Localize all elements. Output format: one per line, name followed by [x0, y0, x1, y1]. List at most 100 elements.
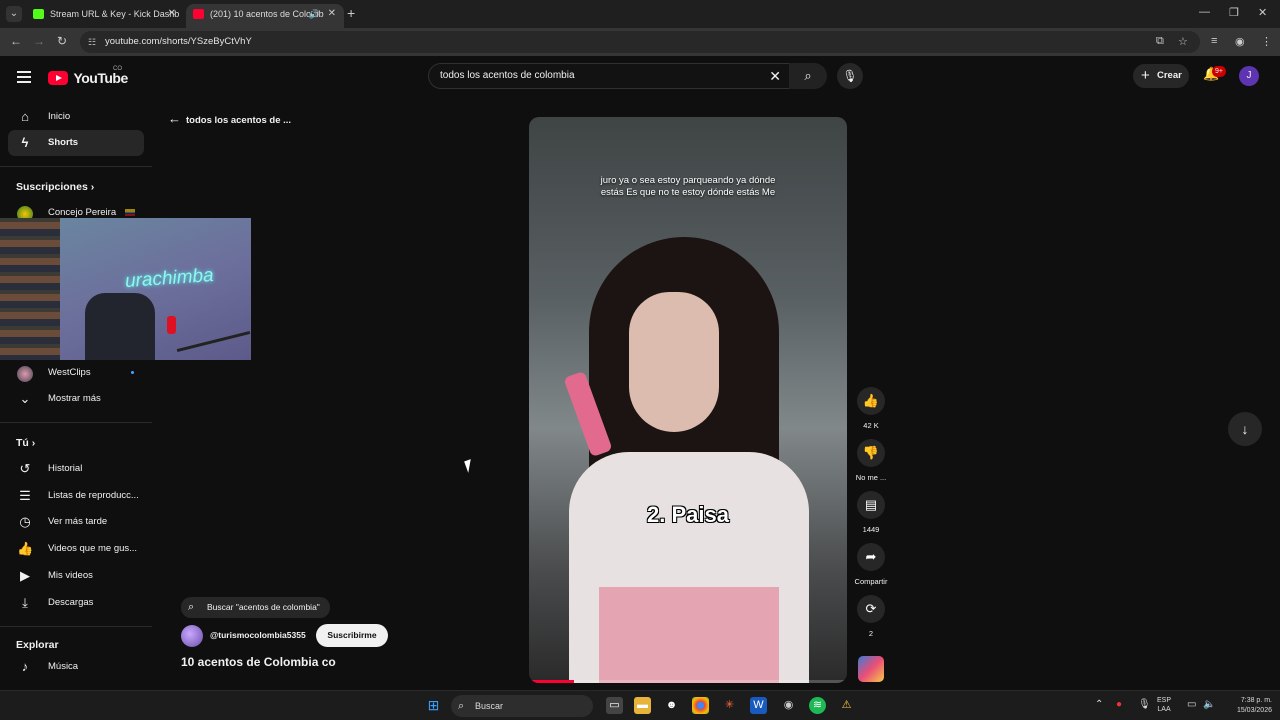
tray-chevron-up-icon[interactable]: ⌃: [1095, 699, 1103, 710]
new-tab-button[interactable]: +: [347, 5, 355, 21]
browser-menu-icon[interactable]: ⋮: [1261, 35, 1272, 48]
sidebar-item-label: Música: [48, 661, 79, 672]
subscriptions-heading-text: Suscripciones: [16, 181, 88, 193]
subscribe-button[interactable]: Suscribirme: [316, 624, 388, 647]
input-language[interactable]: ESP LAA: [1157, 696, 1171, 714]
tab-search-button[interactable]: ⌄: [6, 6, 22, 22]
taskbar-search[interactable]: ⌕ Buscar: [451, 695, 593, 717]
search-icon: ⌕: [458, 700, 465, 712]
bookmark-star-icon[interactable]: ☆: [1178, 35, 1188, 48]
sidebar-item-shorts[interactable]: ϟ Shorts: [8, 130, 144, 156]
video-overlay-title: 2. Paisa: [647, 502, 729, 527]
sidebar-item-label: WestClips: [48, 367, 91, 378]
search-button[interactable]: ⌕: [789, 63, 827, 89]
task-view-icon[interactable]: ▭: [606, 697, 623, 714]
media-controls-icon[interactable]: ≡: [1211, 35, 1217, 47]
remix-button[interactable]: ⟳ 2: [851, 595, 891, 638]
youtube-logo[interactable]: YouTube CO: [48, 66, 128, 87]
url-field[interactable]: ☷ youtube.com/shorts/YSzeByCtVhY: [80, 31, 1200, 53]
sidebar-item-my-videos[interactable]: ▶ Mis videos: [8, 563, 144, 589]
home-icon: ⌂: [21, 109, 29, 124]
sidebar-item-westclips[interactable]: WestClips: [8, 360, 144, 386]
file-explorer-icon[interactable]: ▬: [634, 697, 651, 714]
comments-button[interactable]: ▤ 1449: [851, 491, 891, 534]
search-icon: ⌕: [188, 601, 195, 613]
site-info-icon[interactable]: ☷: [88, 31, 96, 53]
warning-app-icon[interactable]: ⚠: [838, 697, 855, 714]
channel-avatar: [17, 366, 33, 382]
clear-search-icon[interactable]: ✕: [769, 64, 781, 88]
sidebar-item-playlists[interactable]: ☰ Listas de reproducc...: [8, 483, 144, 509]
microphone-image: [167, 316, 176, 334]
voice-search-button[interactable]: 🎙: [837, 63, 863, 89]
close-tab-icon[interactable]: ✕: [328, 4, 336, 24]
subscriptions-heading[interactable]: Suscripciones ›: [16, 181, 94, 193]
kick-favicon-icon: [33, 9, 44, 19]
clock-date: 15/03/2026: [1236, 707, 1272, 714]
word-icon[interactable]: W: [750, 697, 767, 714]
tray-recording-icon[interactable]: ●: [1116, 699, 1122, 710]
next-short-button[interactable]: ↓: [1228, 412, 1262, 446]
menu-icon[interactable]: [17, 71, 31, 86]
microphone-icon: 🎙: [842, 69, 858, 83]
video-progress-bar[interactable]: [529, 680, 847, 683]
show-more-label: Mostrar más: [48, 393, 101, 404]
sidebar-item-historial[interactable]: ↺ Historial: [8, 456, 144, 482]
sidebar-item-watch-later[interactable]: ◷ Ver más tarde: [8, 509, 144, 535]
short-video-player[interactable]: juro ya o sea estoy parqueando ya dónde …: [529, 117, 847, 683]
you-heading-text: Tú: [16, 437, 29, 449]
sidebar-item-label: Ver más tarde: [48, 516, 108, 527]
back-to-search-link[interactable]: ← todos los acentos de ...: [168, 111, 291, 126]
sidebar-item-liked-videos[interactable]: 👍 Videos que me gus...: [8, 536, 144, 562]
channel-avatar[interactable]: [181, 625, 203, 647]
restore-icon[interactable]: ❐: [1229, 6, 1239, 19]
system-clock[interactable]: 7:38 p. m. 15/03/2026: [1220, 696, 1272, 716]
chrome-icon[interactable]: [692, 697, 709, 714]
tab-title: Stream URL & Key - Kick Dashb: [50, 9, 180, 19]
tray-microphone-icon[interactable]: 🎙: [1138, 699, 1151, 710]
browser-tab-strip: ⌄ Stream URL & Key - Kick Dashb ✕ (201) …: [0, 0, 1280, 28]
account-avatar[interactable]: J: [1239, 66, 1259, 86]
network-icon[interactable]: ▭: [1187, 699, 1196, 710]
profile-icon[interactable]: ◉: [1235, 35, 1245, 48]
audio-thumbnail-image: [858, 656, 884, 682]
sidebar-item-downloads[interactable]: ⤓ Descargas: [8, 590, 144, 616]
divider: [0, 166, 152, 167]
minimize-icon[interactable]: —: [1199, 6, 1210, 18]
close-tab-icon[interactable]: ✕: [168, 4, 176, 24]
install-app-icon[interactable]: ⧉: [1156, 35, 1164, 48]
back-icon[interactable]: ←: [10, 34, 22, 48]
volume-icon[interactable]: 🔈: [1203, 699, 1215, 710]
obs-icon[interactable]: ◉: [780, 697, 797, 714]
close-window-icon[interactable]: ✕: [1258, 6, 1267, 19]
browser-tab-kick[interactable]: Stream URL & Key - Kick Dashb ✕: [26, 4, 184, 28]
search-icon: ⌕: [804, 68, 812, 83]
like-button[interactable]: 👍 42 K: [851, 387, 891, 430]
new-content-dot: [131, 371, 134, 374]
search-input[interactable]: todos los acentos de colombia ✕: [428, 63, 790, 89]
create-button[interactable]: + Crear: [1133, 64, 1189, 88]
reload-icon[interactable]: ↻: [57, 34, 67, 48]
alien-app-icon[interactable]: ☻: [663, 697, 680, 714]
claude-app-icon[interactable]: ✳: [721, 697, 738, 714]
dislike-button[interactable]: 👎 No me ...: [851, 439, 891, 482]
clock-time: 7:38 p. m.: [1240, 697, 1272, 704]
share-button[interactable]: ➦ Compartir: [851, 543, 891, 586]
video-title[interactable]: 10 acentos de Colombia co: [181, 655, 336, 669]
speaker-icon[interactable]: 🔊: [309, 4, 320, 24]
you-heading[interactable]: Tú ›: [16, 437, 35, 449]
forward-icon[interactable]: →: [33, 34, 45, 48]
channel-name[interactable]: @turismocolombia5355: [210, 630, 306, 640]
sidebar-item-music[interactable]: ♪ Música: [8, 654, 144, 680]
keyboard-layout: LAA: [1157, 706, 1171, 713]
bookshelf-image: [0, 218, 60, 360]
sidebar-item-inicio[interactable]: ⌂ Inicio: [8, 104, 144, 130]
windows-start-icon[interactable]: ⊞: [425, 697, 442, 714]
browser-tab-youtube[interactable]: (201) 10 acentos de Colomb 🔊 ✕: [186, 4, 344, 28]
search-value: todos los acentos de colombia: [440, 70, 575, 81]
sound-thumbnail[interactable]: [851, 656, 891, 682]
related-search-chip[interactable]: ⌕ Buscar "acentos de colombia": [181, 597, 330, 618]
chevron-down-icon: ⌄: [19, 391, 31, 406]
show-more-button[interactable]: ⌄ Mostrar más: [8, 386, 144, 412]
spotify-icon[interactable]: ≋: [809, 697, 826, 714]
